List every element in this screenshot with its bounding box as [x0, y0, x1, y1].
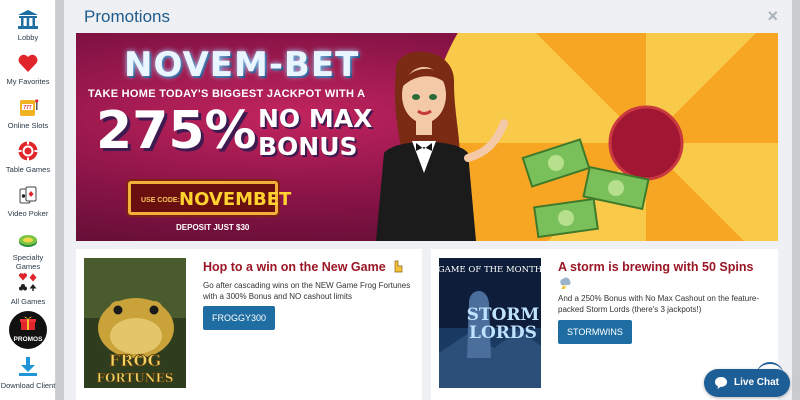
sidebar-item-label: Download Client	[0, 381, 56, 390]
close-button[interactable]: ×	[767, 6, 778, 27]
cards-icon	[19, 186, 37, 204]
sidebar-item-label: Online Slots	[7, 121, 49, 130]
storm-lords-thumbnail[interactable]: GAME OF THE MONTH STORM LORDS	[439, 258, 541, 388]
bank-icon	[18, 10, 38, 29]
banner-bonus-line1: NO MAX	[258, 104, 373, 133]
sidebar-item-video-poker[interactable]: Video Poker	[0, 184, 56, 218]
sidebar-item-lobby[interactable]: Lobby	[0, 8, 56, 42]
promo-code-value: NOVEMBET	[179, 189, 292, 210]
poker-chip-icon	[18, 141, 38, 161]
sidebar-item-online-slots[interactable]: 777 Online Slots	[0, 96, 56, 130]
banner-bonus-line2: BONUS	[258, 132, 358, 161]
pointing-hand-icon	[394, 260, 403, 273]
sidebar-item-promos[interactable]: PROMOS	[0, 311, 56, 349]
specialty-icon	[19, 235, 37, 247]
promotions-panel: Promotions × NOVEM-BET TAKE HOME TODAY'S…	[64, 0, 792, 400]
promos-badge: PROMOS	[9, 311, 47, 349]
banner-bonus-text: NO MAX BONUS	[258, 105, 372, 161]
thumb-title-2: STORM	[467, 305, 540, 325]
download-icon	[19, 357, 37, 376]
card-title-text: A storm is brewing with 50 Spins	[558, 260, 754, 274]
sidebar-item-label: Specialty Games	[12, 253, 44, 271]
sidebar-item-label: PROMOS	[13, 336, 43, 343]
thumb-title-1: FROG	[109, 351, 161, 370]
banner-brand: NOVEM-BET	[124, 45, 360, 85]
thumb-title-2: FORTUNES	[97, 371, 174, 385]
sidebar-item-all-games[interactable]: All Games	[0, 272, 56, 306]
sidebar-item-specialty-games[interactable]: Specialty Games	[0, 228, 56, 271]
sidebar-item-table-games[interactable]: Table Games	[0, 140, 56, 174]
card-title-text: Hop to a win on the New Game	[203, 260, 386, 274]
stormwins-button[interactable]: STORMWINS	[558, 320, 632, 344]
sidebar-item-label: Table Games	[5, 165, 51, 174]
sidebar: Lobby My Favorites 777 Online Slots Tabl…	[0, 0, 56, 400]
card-title: Hop to a win on the New Game	[203, 259, 418, 275]
card-description: And a 250% Bonus with No Max Cashout on …	[558, 294, 760, 314]
sidebar-item-favorites[interactable]: My Favorites	[0, 52, 56, 86]
page-title: Promotions	[84, 7, 170, 26]
sidebar-item-label: Video Poker	[7, 209, 49, 218]
card-suits-icon	[18, 273, 37, 291]
sidebar-item-label: Lobby	[17, 33, 39, 42]
heart-icon	[18, 54, 38, 72]
frog-fortunes-thumbnail[interactable]: FROG FORTUNES	[84, 258, 186, 388]
gift-icon	[20, 316, 36, 330]
chat-bubble-icon	[715, 377, 727, 389]
sidebar-item-label: My Favorites	[6, 77, 50, 86]
banner-tagline: TAKE HOME TODAY'S BIGGEST JACKPOT WITH A	[88, 88, 366, 100]
card-description: Go after cascading wins on the NEW Game …	[203, 281, 411, 301]
card-title: A storm is brewing with 50 Spins	[558, 259, 773, 291]
sidebar-item-download-client[interactable]: Download Client	[0, 356, 56, 390]
thumb-title-3: LORDS	[469, 323, 537, 343]
banner-deposit: DEPOSIT JUST $30	[176, 223, 250, 232]
cash-bills-graphic	[521, 138, 650, 239]
sidebar-item-label: All Games	[10, 297, 46, 306]
svg-text:777: 777	[23, 105, 32, 111]
promo-banner[interactable]: NOVEM-BET TAKE HOME TODAY'S BIGGEST JACK…	[76, 33, 778, 241]
live-chat-button[interactable]: Live Chat	[704, 369, 790, 397]
froggy300-button[interactable]: FROGGY300	[203, 306, 276, 330]
thumb-title-1: GAME OF THE MONTH	[439, 265, 541, 275]
live-chat-label: Live Chat	[734, 377, 780, 388]
promo-code-box: USE CODE: NOVEMBET	[128, 181, 291, 215]
slot-machine-icon: 777	[20, 99, 39, 116]
promo-code-label: USE CODE:	[141, 197, 180, 204]
promo-card-frog: FROG FORTUNES Hop to a win on the New Ga…	[76, 249, 422, 400]
banner-percent: 275%	[96, 101, 257, 161]
storm-cloud-icon	[560, 277, 571, 289]
